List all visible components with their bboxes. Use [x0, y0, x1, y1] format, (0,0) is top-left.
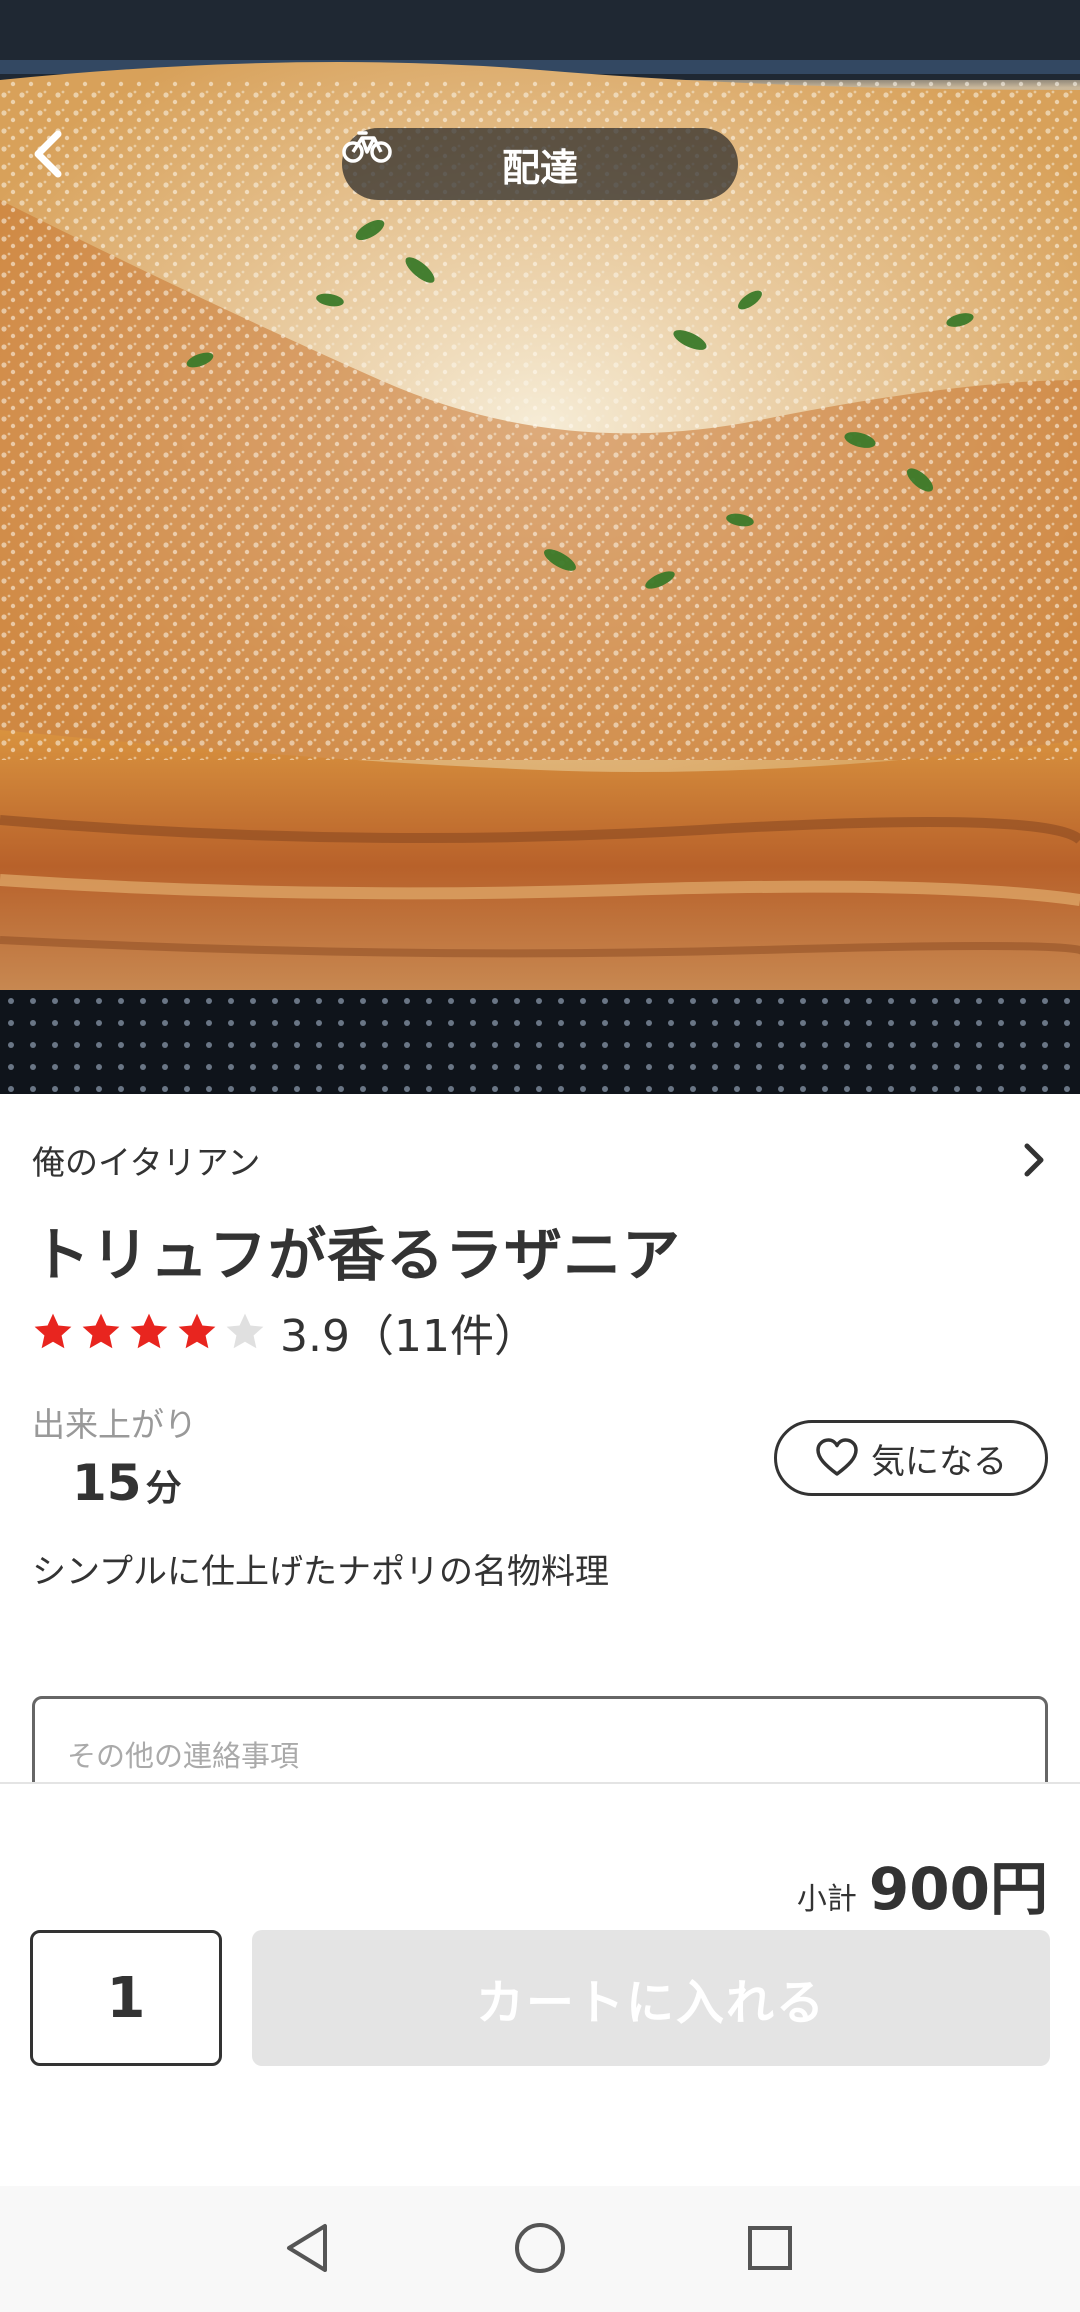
add-to-cart-button[interactable]: カートに入れる	[252, 1930, 1050, 2066]
checkout-panel: 小計 900円 1 カートに入れる	[0, 1782, 1080, 2188]
favorite-label: 気になる	[871, 1441, 1007, 1482]
subtotal-label: 小計	[796, 1882, 857, 1917]
chevron-left-icon	[34, 130, 62, 178]
shop-name: 俺のイタリアン	[32, 1143, 261, 1182]
star-filled-icon	[34, 1313, 72, 1349]
delivery-mode-label: 配達	[501, 145, 578, 190]
ready-time-number: 15	[72, 1454, 142, 1512]
product-description: シンプルに仕上げたナポリの名物料理	[32, 1552, 609, 1592]
bicycle-icon	[342, 131, 392, 163]
nav-home-button[interactable]	[508, 2216, 572, 2280]
rating-text: 3.9（11件）	[280, 1311, 538, 1362]
product-photo: 配達	[0, 0, 1080, 1094]
favorite-button[interactable]: 気になる	[774, 1420, 1048, 1496]
nav-recents-square-icon	[748, 2226, 792, 2270]
rating-stars	[32, 1311, 266, 1353]
star-filled-icon	[130, 1313, 168, 1349]
nav-back-triangle-icon	[287, 2224, 327, 2272]
nav-back-button[interactable]	[276, 2216, 340, 2280]
system-nav-bar	[0, 2186, 1080, 2312]
ready-time-value: 15 分	[72, 1454, 182, 1512]
ready-time-label: 出来上がり	[32, 1405, 197, 1444]
subtotal: 小計 900円	[797, 1842, 1048, 1926]
delivery-mode-pill: 配達	[342, 128, 738, 200]
star-filled-icon	[82, 1313, 120, 1349]
nav-home-circle-icon	[515, 2223, 565, 2273]
heart-outline-icon	[816, 1438, 858, 1476]
rating-row: 3.9（11件）	[32, 1300, 538, 1364]
ready-time-unit: 分	[145, 1468, 182, 1509]
back-button[interactable]	[28, 128, 92, 192]
subtotal-value: 900円	[868, 1855, 1048, 1923]
chevron-right-icon	[1024, 1143, 1044, 1177]
star-empty-icon	[226, 1313, 264, 1349]
quantity-selector[interactable]: 1	[30, 1930, 222, 2066]
shop-link[interactable]: 俺のイタリアン	[32, 1130, 1048, 1190]
product-title: トリュフが香るラザニア	[32, 1221, 682, 1289]
nav-recents-button[interactable]	[738, 2216, 802, 2280]
star-filled-icon	[178, 1313, 216, 1349]
product-detail-screen: 配達 俺のイタリアン トリュフが香るラザニア 3.9（11件） 出来上がり 15…	[0, 0, 1080, 2312]
